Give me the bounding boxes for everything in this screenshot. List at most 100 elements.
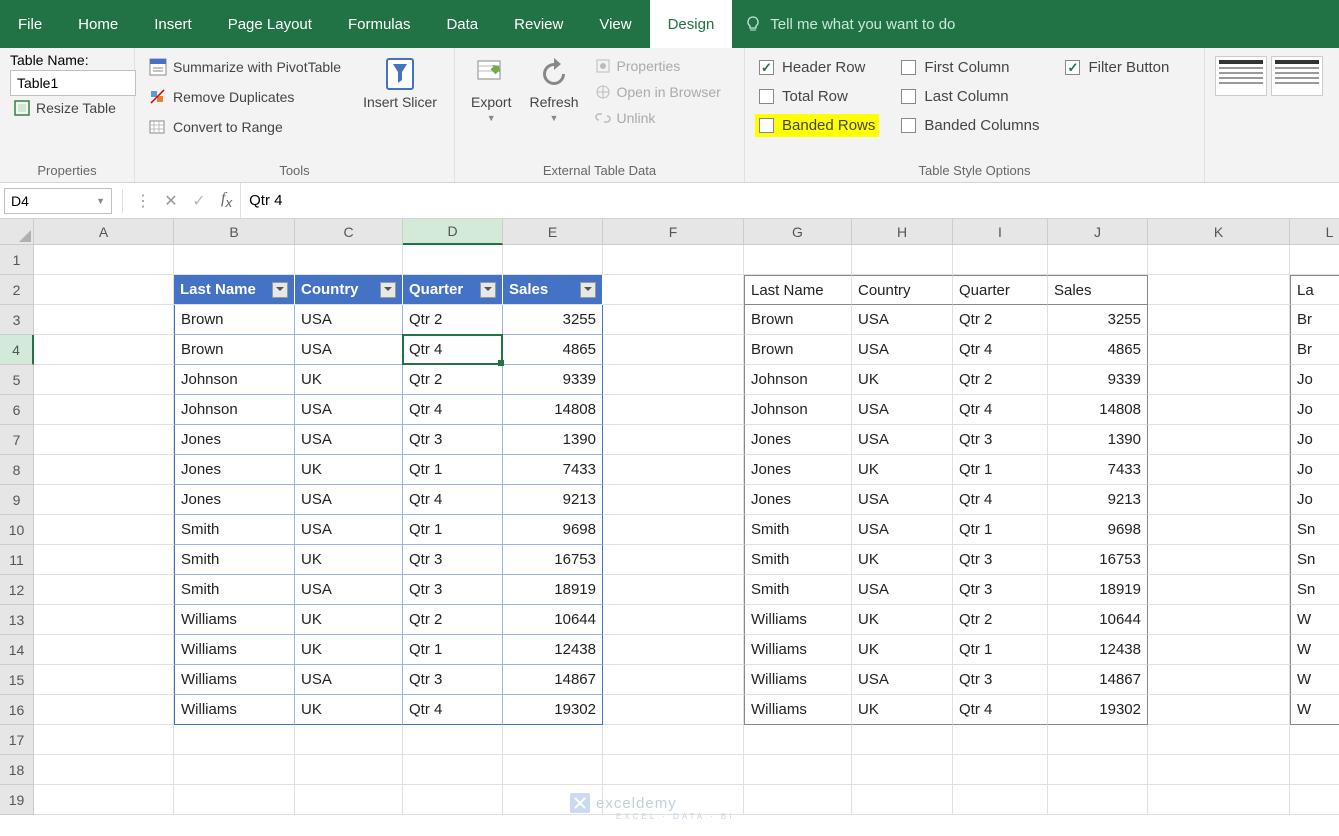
cell[interactable] (1148, 605, 1290, 635)
row-header[interactable]: 7 (0, 425, 34, 455)
cell[interactable]: USA (295, 665, 403, 695)
cell[interactable]: 14808 (1048, 395, 1148, 425)
cell[interactable]: Smith (744, 515, 852, 545)
cell[interactable]: Qtr 3 (953, 545, 1048, 575)
cell[interactable]: 18919 (503, 575, 603, 605)
cell[interactable]: 9339 (503, 365, 603, 395)
cell[interactable] (34, 605, 174, 635)
row-header[interactable]: 5 (0, 365, 34, 395)
cell[interactable] (603, 365, 744, 395)
cell[interactable]: Sales (503, 275, 603, 305)
cell[interactable] (503, 725, 603, 755)
cell[interactable]: 18919 (1048, 575, 1148, 605)
table-name-input[interactable] (10, 70, 136, 96)
cell[interactable] (1148, 335, 1290, 365)
cell[interactable] (403, 725, 503, 755)
cell[interactable]: La (1290, 275, 1339, 305)
filter-dropdown-icon[interactable] (380, 282, 396, 298)
cell[interactable] (1148, 575, 1290, 605)
cell[interactable] (603, 395, 744, 425)
cell[interactable]: 19302 (503, 695, 603, 725)
cell[interactable] (34, 575, 174, 605)
cell[interactable] (1048, 245, 1148, 275)
cell[interactable]: Qtr 4 (403, 335, 503, 365)
table-style-thumb[interactable] (1271, 56, 1323, 96)
cell[interactable]: Jo (1290, 485, 1339, 515)
convert-range-button[interactable]: Convert to Range (145, 116, 345, 138)
cell[interactable]: 9213 (503, 485, 603, 515)
filter-dropdown-icon[interactable] (272, 282, 288, 298)
row-header[interactable]: 4 (0, 335, 34, 365)
cell[interactable]: 7433 (503, 455, 603, 485)
cell[interactable]: Jones (174, 425, 295, 455)
cell[interactable]: Qtr 1 (403, 635, 503, 665)
cell[interactable]: Qtr 1 (403, 515, 503, 545)
cell[interactable]: Br (1290, 305, 1339, 335)
cell[interactable]: Qtr 3 (953, 665, 1048, 695)
cell[interactable] (603, 515, 744, 545)
row-header[interactable]: 12 (0, 575, 34, 605)
cell[interactable]: 10644 (503, 605, 603, 635)
cell[interactable] (1048, 785, 1148, 815)
cell[interactable]: Qtr 4 (953, 485, 1048, 515)
cell[interactable] (1148, 725, 1290, 755)
tell-me-search[interactable]: Tell me what you want to do (732, 0, 967, 48)
cell[interactable]: Williams (744, 605, 852, 635)
resize-table-button[interactable]: Resize Table (10, 98, 120, 118)
dropdown-icon[interactable]: ⋮ (129, 191, 157, 211)
cell[interactable]: UK (852, 635, 953, 665)
cell[interactable]: Johnson (744, 365, 852, 395)
cell[interactable] (174, 725, 295, 755)
cell[interactable] (295, 785, 403, 815)
cell[interactable] (174, 755, 295, 785)
row-header[interactable]: 16 (0, 695, 34, 725)
cell[interactable]: USA (295, 485, 403, 515)
cell[interactable] (34, 455, 174, 485)
cell[interactable]: USA (852, 665, 953, 695)
banded-columns-checkbox[interactable]: Banded Columns (897, 114, 1043, 137)
cell[interactable]: USA (295, 305, 403, 335)
cancel-formula-button[interactable]: ✕ (157, 191, 185, 211)
cell[interactable]: Williams (174, 695, 295, 725)
cell[interactable]: 16753 (503, 545, 603, 575)
cell[interactable] (34, 515, 174, 545)
cell[interactable] (34, 275, 174, 305)
cell[interactable]: Williams (174, 605, 295, 635)
cell[interactable] (503, 245, 603, 275)
cell[interactable]: Smith (174, 515, 295, 545)
cell[interactable] (603, 335, 744, 365)
cell[interactable]: 3255 (1048, 305, 1148, 335)
cell[interactable] (953, 725, 1048, 755)
cell[interactable]: USA (852, 515, 953, 545)
cell[interactable]: USA (295, 575, 403, 605)
cell[interactable]: Country (852, 275, 953, 305)
cell[interactable]: Williams (744, 665, 852, 695)
cell[interactable] (295, 725, 403, 755)
cell[interactable]: Jones (744, 425, 852, 455)
cell[interactable] (174, 245, 295, 275)
cell[interactable]: Johnson (174, 395, 295, 425)
refresh-button[interactable]: Refresh ▼ (523, 52, 584, 128)
cell[interactable]: Sn (1290, 545, 1339, 575)
cell[interactable]: Qtr 4 (953, 395, 1048, 425)
remove-duplicates-button[interactable]: Remove Duplicates (145, 86, 345, 108)
cell[interactable]: Smith (174, 545, 295, 575)
cell[interactable]: USA (852, 575, 953, 605)
cell[interactable]: 14867 (503, 665, 603, 695)
cell[interactable]: UK (295, 365, 403, 395)
cell[interactable]: 9698 (1048, 515, 1148, 545)
cell[interactable] (852, 725, 953, 755)
formula-input[interactable]: Qtr 4 (240, 183, 1339, 218)
cell[interactable] (34, 755, 174, 785)
ribbon-tab-review[interactable]: Review (496, 0, 581, 48)
header-row-checkbox[interactable]: Header Row (755, 56, 879, 79)
cell[interactable] (34, 305, 174, 335)
cell[interactable]: Qtr 2 (403, 605, 503, 635)
column-header[interactable]: E (503, 219, 603, 245)
filter-dropdown-icon[interactable] (580, 282, 596, 298)
cell[interactable]: UK (852, 605, 953, 635)
cell[interactable] (1148, 365, 1290, 395)
row-header[interactable]: 6 (0, 395, 34, 425)
ribbon-tab-view[interactable]: View (581, 0, 649, 48)
column-header[interactable]: B (174, 219, 295, 245)
